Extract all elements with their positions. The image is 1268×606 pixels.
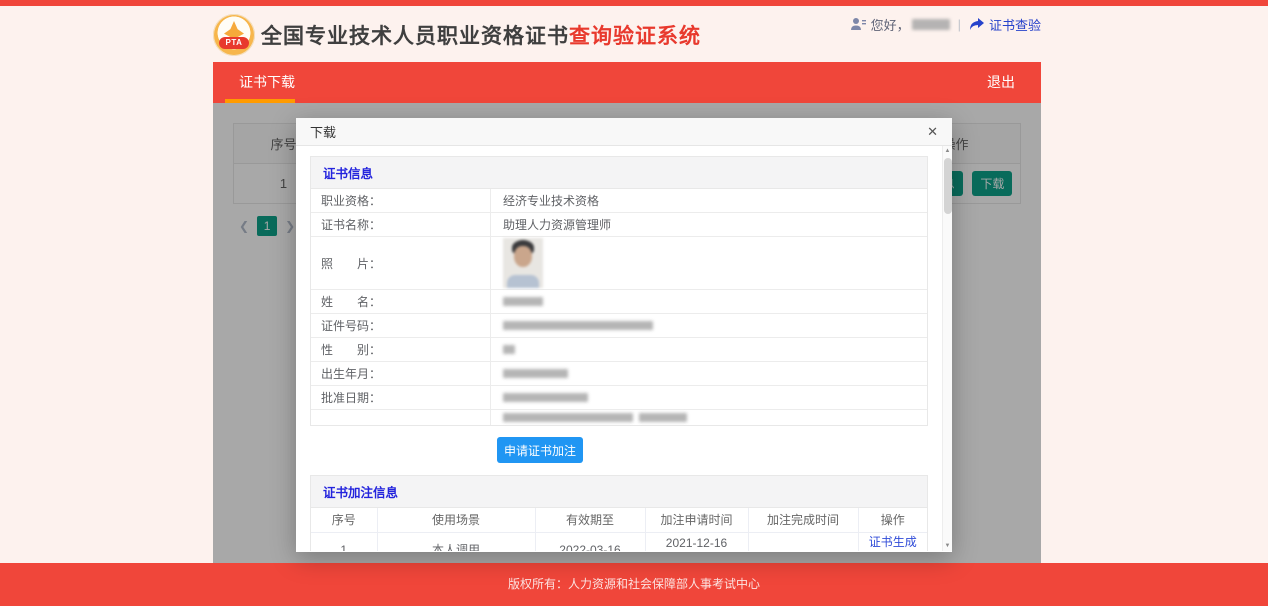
photo-face (514, 246, 532, 267)
field-occupation: 职业资格： 经济专业技术资格 (311, 189, 927, 213)
field-birth-value (491, 362, 927, 385)
dialog-titlebar: 下载 ✕ (296, 118, 952, 146)
field-cert-name: 证书名称： 助理人力资源管理师 (311, 213, 927, 237)
redacted-extra-1 (503, 413, 633, 422)
separator: | (958, 17, 961, 32)
user-area: 您好， | 证书查验 (850, 15, 1041, 33)
redacted-id-number (503, 321, 653, 330)
field-gender: 性 别： (311, 338, 927, 362)
download-dialog: 下载 ✕ 证书信息 职业资格： 经济专业技术资格 证书名称： 助理人力资源管理师… (296, 118, 952, 552)
annotation-section: 证书加注信息 序号 使用场景 有效期至 加注申请时间 加注完成时间 操作 1 本… (310, 475, 928, 551)
tab-cert-download[interactable]: 证书下载 (213, 62, 321, 103)
annotation-section-title: 证书加注信息 (311, 476, 927, 508)
anno-col-index: 序号 (311, 508, 377, 532)
annotation-table: 序号 使用场景 有效期至 加注申请时间 加注完成时间 操作 1 本人调用 202… (311, 508, 927, 551)
field-id-number: 证件号码： (311, 314, 927, 338)
anno-col-complete-time: 加注完成时间 (748, 508, 858, 532)
dialog-scrollbar[interactable]: ▲ ▼ (942, 146, 952, 551)
field-extra (311, 410, 927, 425)
dialog-body: 证书信息 职业资格： 经济专业技术资格 证书名称： 助理人力资源管理师 照 片： (296, 146, 952, 551)
field-extra-value (491, 410, 927, 425)
page-footer: 版权所有：人力资源和社会保障部人事考试中心 (0, 563, 1268, 606)
redacted-gender (503, 345, 515, 354)
field-photo-value (491, 237, 927, 289)
anno-cell-apply-time: 2021-12-16 10:53:02 (645, 532, 748, 551)
field-cert-name-label: 证书名称： (311, 213, 491, 236)
cert-verify-link[interactable]: 证书查验 (969, 15, 1041, 34)
share-arrow-icon (969, 17, 985, 31)
field-birth-label: 出生年月： (311, 362, 491, 385)
portrait-photo (503, 238, 543, 288)
page-title-accent: 查询验证系统 (569, 25, 701, 48)
photo-torso (507, 275, 539, 288)
scrollbar-thumb[interactable] (944, 158, 952, 214)
field-cert-name-value: 助理人力资源管理师 (491, 213, 927, 236)
tab-cert-download-label: 证书下载 (239, 74, 295, 90)
user-icon (850, 17, 866, 31)
dialog-title: 下载 (310, 122, 336, 141)
scroll-up-icon[interactable]: ▲ (945, 146, 951, 156)
cert-verify-link-label: 证书查验 (989, 15, 1041, 34)
field-name-value (491, 290, 927, 313)
cert-generating-link[interactable]: 证书生成中... (869, 535, 917, 552)
field-id-number-label: 证件号码： (311, 314, 491, 337)
field-name: 姓 名： (311, 290, 927, 314)
logout-button[interactable]: 退出 (961, 62, 1041, 103)
field-photo: 照 片： (311, 237, 927, 290)
nav-bar: 证书下载 退出 (213, 62, 1041, 103)
field-id-number-value (491, 314, 927, 337)
field-approve-date-label: 批准日期： (311, 386, 491, 409)
cert-info-section: 证书信息 职业资格： 经济专业技术资格 证书名称： 助理人力资源管理师 照 片： (310, 156, 928, 426)
anno-cell-index: 1 (311, 532, 377, 551)
field-photo-label: 照 片： (311, 237, 491, 289)
brand: PTA 全国专业技术人员职业资格证书查询验证系统 (213, 14, 701, 56)
greeting-text: 您好， (871, 15, 910, 34)
redacted-name (503, 297, 543, 306)
scroll-down-icon[interactable]: ▼ (945, 541, 951, 551)
field-gender-label: 性 别： (311, 338, 491, 361)
field-approve-date: 批准日期： (311, 386, 927, 410)
annotation-table-header-row: 序号 使用场景 有效期至 加注申请时间 加注完成时间 操作 (311, 508, 927, 532)
close-icon[interactable]: ✕ (927, 125, 938, 138)
anno-col-apply-time: 加注申请时间 (645, 508, 748, 532)
apply-annotation-button[interactable]: 申请证书加注 (497, 437, 583, 463)
redacted-extra-2 (639, 413, 687, 422)
field-approve-date-value (491, 386, 927, 409)
field-occupation-value: 经济专业技术资格 (491, 189, 927, 212)
pta-logo-icon: PTA (213, 14, 255, 56)
anno-col-action: 操作 (858, 508, 927, 532)
field-occupation-label: 职业资格： (311, 189, 491, 212)
field-extra-label (311, 410, 491, 425)
anno-cell-valid-until: 2022-03-16 (535, 532, 645, 551)
copyright-text: 版权所有：人力资源和社会保障部人事考试中心 (508, 577, 760, 591)
anno-col-scene: 使用场景 (377, 508, 535, 532)
cert-info-section-title: 证书信息 (311, 157, 927, 189)
anno-col-valid-until: 有效期至 (535, 508, 645, 532)
page-title: 全国专业技术人员职业资格证书查询验证系统 (261, 20, 701, 50)
field-gender-value (491, 338, 927, 361)
annotation-table-row: 1 本人调用 2022-03-16 2021-12-16 10:53:02 证书… (311, 532, 927, 551)
logo-text: PTA (219, 37, 249, 49)
anno-cell-scene: 本人调用 (377, 532, 535, 551)
user-name-redacted (912, 19, 950, 30)
redacted-birth (503, 369, 568, 378)
field-name-label: 姓 名： (311, 290, 491, 313)
redacted-approve-date (503, 393, 588, 402)
page-header: PTA 全国专业技术人员职业资格证书查询验证系统 您好， | 证书查验 (0, 6, 1268, 62)
anno-cell-complete-time (748, 532, 858, 551)
page-title-main: 全国专业技术人员职业资格证书 (261, 25, 569, 48)
field-birth: 出生年月： (311, 362, 927, 386)
